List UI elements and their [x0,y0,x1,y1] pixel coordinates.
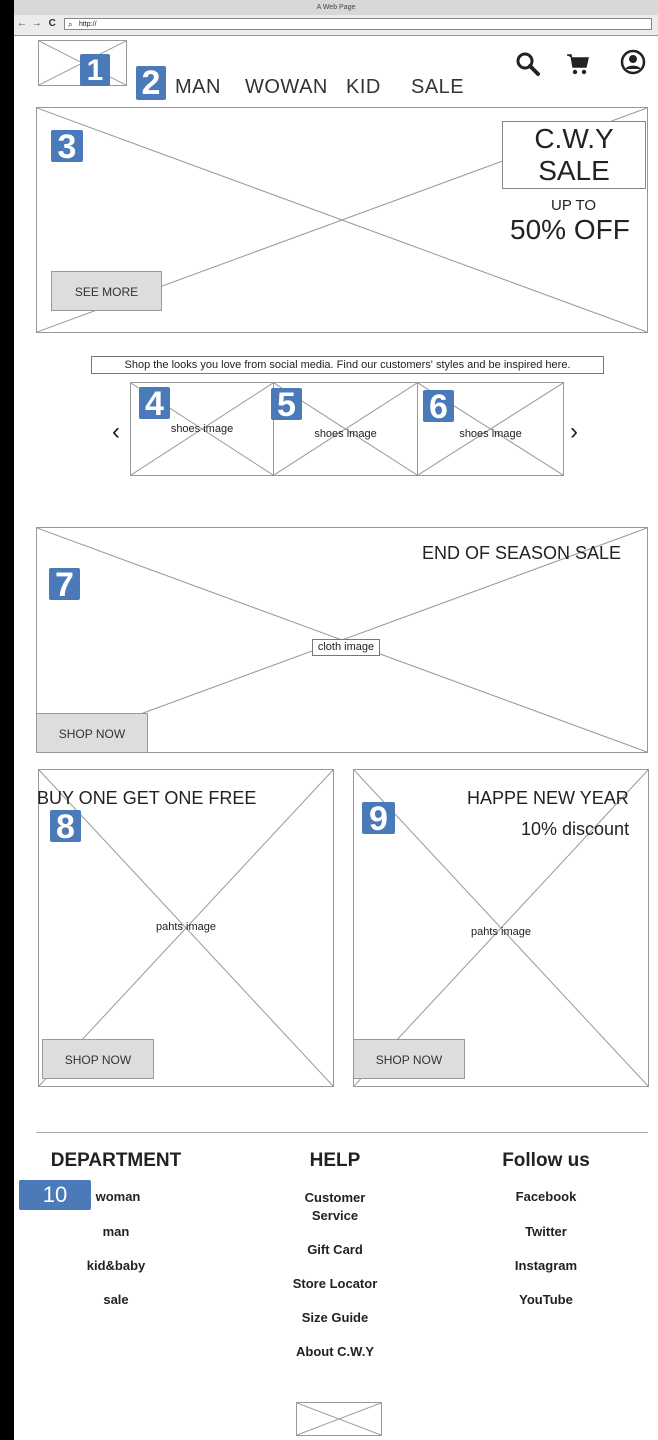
footer-link-about[interactable]: About C.W.Y [260,1344,410,1359]
nav-buttons: ← → C [17,18,57,29]
footer-link-instagram[interactable]: Instagram [471,1258,621,1273]
window-title: A Web Page [14,0,658,16]
promo-right-shop-now-button[interactable]: SHOP NOW [353,1039,465,1079]
badge-8: 8 [50,810,81,844]
social-image-2-label: shoes image [314,428,377,440]
address-bar[interactable]: ⌕ http:// [64,18,652,30]
footer-logo-placeholder [296,1402,382,1436]
hero-brand-box: C.W.Y SALE [502,121,646,189]
forward-icon[interactable]: → [32,18,43,29]
footer-link-facebook[interactable]: Facebook [471,1189,621,1204]
hero-sale: SALE [538,155,610,186]
nav-kid[interactable]: KID [346,76,381,99]
season-shop-now-button[interactable]: SHOP NOW [36,713,148,753]
hero-upto: UP TO [551,197,597,214]
promo-right-subtitle: 10% discount [521,819,630,839]
nav-sale[interactable]: SALE [411,76,464,99]
badge-9: 9 [362,802,395,836]
badge-3: 3 [51,130,83,164]
nav-woman[interactable]: WOWAN [245,76,328,99]
footer-follow-title: Follow us [502,1150,590,1171]
badge-7: 7 [49,568,80,602]
social-caption: Shop the looks you love from social medi… [91,356,604,374]
back-icon[interactable]: ← [17,18,28,29]
promo-left-shop-now-button[interactable]: SHOP NOW [42,1039,154,1079]
footer-help: HELP Customer Service Gift Card Store Lo… [260,1150,410,1359]
footer-follow: Follow us Facebook Twitter Instagram You… [471,1150,621,1307]
footer-link-customer-service[interactable]: Customer Service [290,1189,380,1225]
see-more-button[interactable]: SEE MORE [51,271,162,311]
nav-man[interactable]: MAN [175,76,221,99]
promo-left-image-label: pahts image [156,921,216,933]
footer-department-title: DEPARTMENT [50,1150,182,1171]
cart-icon[interactable] [566,52,590,76]
footer-link-kid-baby[interactable]: kid&baby [36,1258,196,1273]
reload-icon[interactable]: C [49,18,57,29]
footer-link-store-locator[interactable]: Store Locator [260,1276,410,1291]
season-title: END OF SEASON SALE [422,543,622,563]
badge-5: 5 [271,388,302,422]
footer-link-youtube[interactable]: YouTube [471,1292,621,1307]
hero-offer: 50% OFF [510,214,630,245]
footer-link-gift-card[interactable]: Gift Card [260,1242,410,1257]
account-icon[interactable] [620,49,646,75]
promo-right-image-label: pahts image [471,926,531,938]
badge-1: 1 [80,54,110,87]
footer-link-man[interactable]: man [36,1224,196,1239]
footer-link-twitter[interactable]: Twitter [471,1224,621,1239]
footer-link-sale[interactable]: sale [36,1292,196,1307]
badge-6: 6 [423,390,454,424]
social-image-1-label: shoes image [170,423,234,435]
url-text: http:// [79,21,97,28]
promo-right-title: HAPPE NEW YEAR [467,788,629,808]
search-icon[interactable] [515,51,541,77]
footer-link-size-guide[interactable]: Size Guide [260,1310,410,1325]
browser-toolbar: ← → C ⌕ http:// [14,15,658,36]
carousel-prev-icon[interactable]: ‹ [112,418,120,446]
badge-2: 2 [136,66,166,100]
search-small-icon: ⌕ [68,20,73,29]
season-image-label: cloth image [312,639,380,656]
badge-10: 10 [19,1180,91,1210]
social-image-3-label: shoes image [459,428,522,440]
hero-brand: C.W.Y [534,123,614,154]
carousel-next-icon[interactable]: › [570,418,578,446]
footer-help-title: HELP [309,1150,361,1171]
footer-department: DEPARTMENT woman man kid&baby sale [36,1150,196,1307]
footer-divider [36,1132,648,1133]
browser-window: A Web Page ← → C ⌕ http:// 1 2 MAN WOWAN… [14,0,658,1440]
badge-4: 4 [139,387,170,421]
promo-left-title: BUY ONE GET ONE FREE [37,788,257,808]
